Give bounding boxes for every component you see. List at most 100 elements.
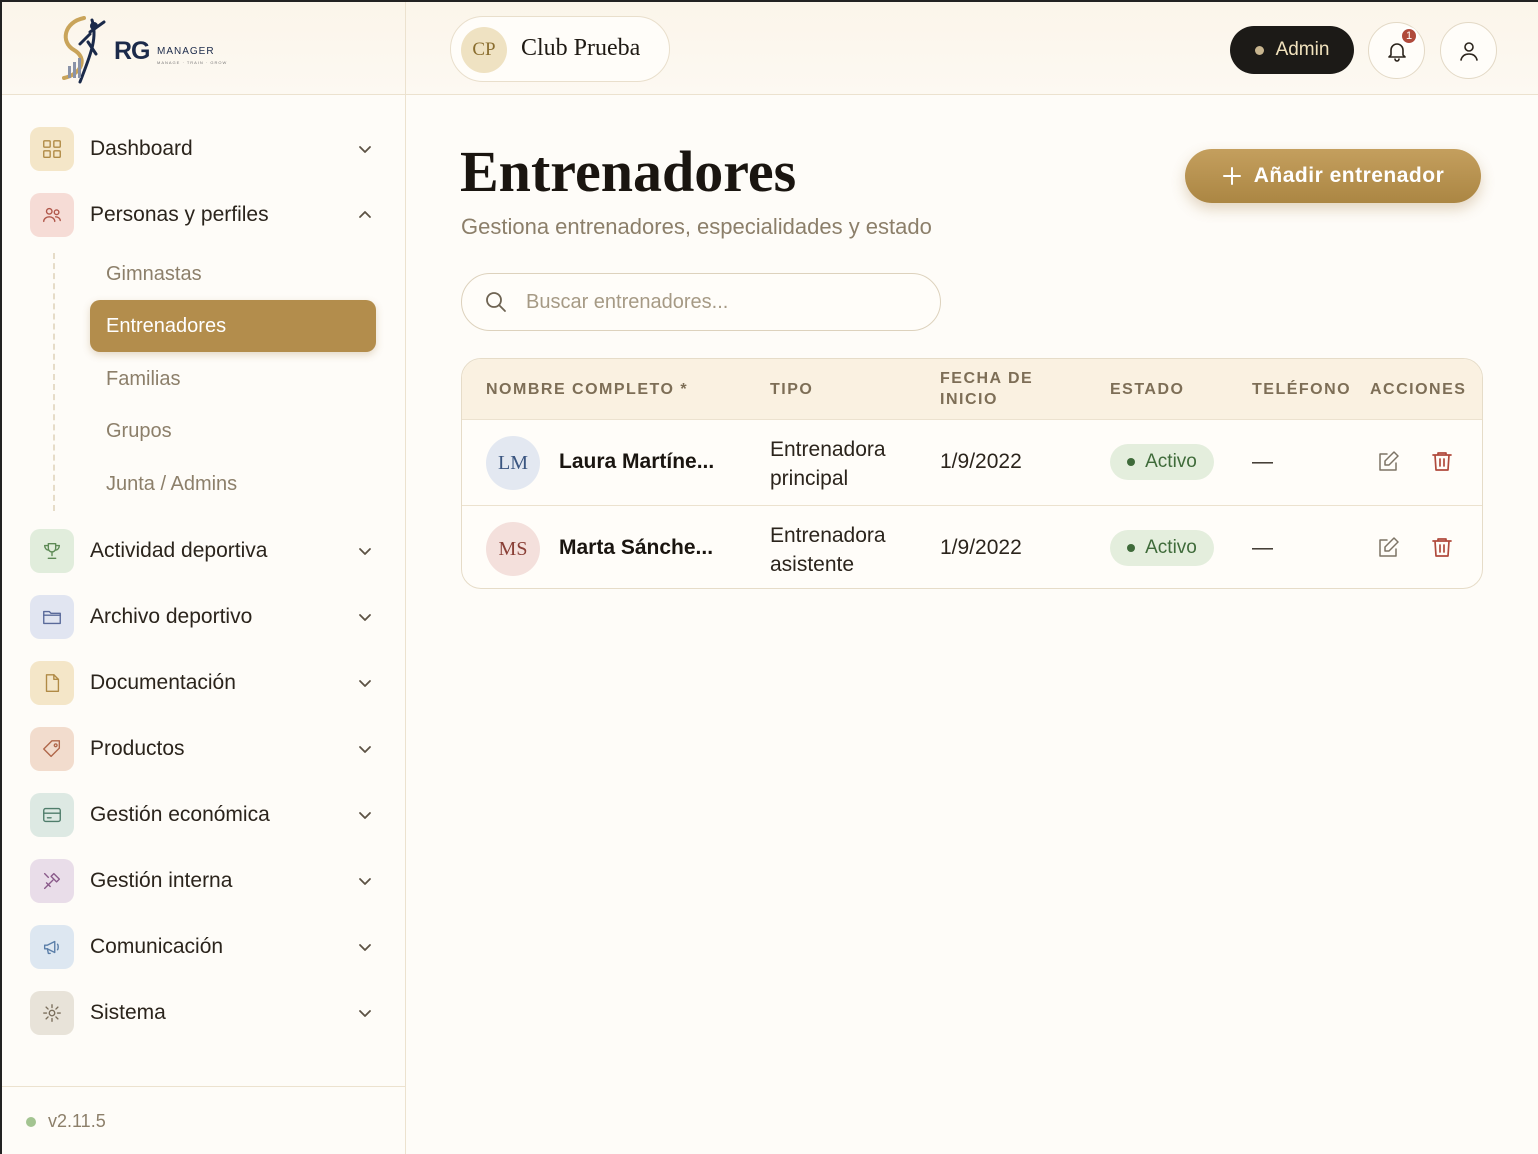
cell-name[interactable]: Laura Martíne...	[559, 450, 714, 474]
cell-type: Entrenadora principal	[770, 438, 886, 490]
brand-tagline: MANAGE · TRAIN · GROW	[157, 60, 228, 65]
sidebar-item-gestion-economica[interactable]: Gestión económica	[30, 792, 382, 838]
chevron-down-icon[interactable]	[354, 672, 376, 694]
sidebar-item-label: Gestión interna	[90, 869, 233, 892]
column-header-start-date: FECHA DE INICIO	[940, 370, 1034, 408]
gear-icon	[30, 991, 74, 1035]
chevron-down-icon[interactable]	[354, 138, 376, 160]
notifications-button[interactable]: 1	[1368, 22, 1425, 79]
edit-icon[interactable]	[1376, 536, 1400, 560]
trash-icon[interactable]	[1430, 449, 1454, 473]
submenu-item-gimnastas[interactable]: Gimnastas	[90, 248, 376, 300]
sidebar-footer: v2.11.5	[2, 1086, 405, 1154]
cell-start-date: 1/9/2022	[940, 450, 1022, 473]
page-title: Entrenadores	[460, 139, 797, 204]
logo[interactable]: RG MANAGER MANAGE · TRAIN · GROW	[2, 2, 406, 95]
chevron-down-icon[interactable]	[354, 738, 376, 760]
submenu-item-entrenadores[interactable]: Entrenadores	[90, 300, 376, 352]
submenu-item-junta-admins[interactable]: Junta / Admins	[90, 458, 376, 510]
column-header-type: TIPO	[770, 381, 814, 398]
version-info: v2.11.5	[26, 1111, 106, 1132]
cell-phone: —	[1252, 450, 1273, 473]
submenu-item-grupos[interactable]: Grupos	[90, 405, 376, 457]
search-box[interactable]	[461, 273, 941, 331]
logo-mark-icon	[62, 16, 106, 84]
club-name: Club Prueba	[521, 35, 641, 61]
sidebar-item-comunicacion[interactable]: Comunicación	[30, 924, 382, 970]
chevron-down-icon[interactable]	[354, 870, 376, 892]
user-icon	[1459, 41, 1478, 61]
column-header-name[interactable]: NOMBRE COMPLETO *	[486, 379, 688, 400]
status-badge: Activo	[1110, 444, 1214, 480]
add-coach-button[interactable]: Añadir entrenador	[1185, 149, 1481, 203]
sidebar-item-label: Documentación	[90, 671, 236, 694]
sidebar-item-sistema[interactable]: Sistema	[30, 990, 382, 1036]
sidebar-item-dashboard[interactable]: Dashboard	[30, 126, 382, 172]
sidebar-item-label: Comunicación	[90, 935, 224, 958]
club-selector[interactable]: CP Club Prueba	[450, 16, 670, 82]
brand-suffix: MANAGER	[157, 46, 215, 57]
version-status-dot	[26, 1116, 36, 1127]
tag-icon	[30, 727, 74, 771]
sidebar-item-gestion-interna[interactable]: Gestión interna	[30, 858, 382, 904]
chevron-up-icon[interactable]	[354, 204, 376, 226]
role-badge[interactable]: Admin	[1230, 26, 1354, 74]
document-icon	[30, 661, 74, 705]
trash-icon[interactable]	[1430, 535, 1454, 559]
sidebar: Dashboard Personas y perfiles Actividad de…	[2, 95, 406, 1154]
status-label: Activo	[1145, 451, 1197, 472]
users-icon	[30, 193, 74, 237]
coaches-table: NOMBRE COMPLETO * TIPO FECHA DE INICIO E…	[461, 358, 1483, 589]
page-subtitle: Gestiona entrenadores, especialidades y …	[461, 214, 932, 239]
grid-icon	[30, 127, 74, 171]
sidebar-item-label: Gestión económica	[90, 803, 270, 826]
user-menu-button[interactable]	[1440, 22, 1497, 79]
chevron-down-icon[interactable]	[354, 1002, 376, 1024]
chevron-down-icon[interactable]	[354, 606, 376, 628]
search-icon	[486, 292, 506, 312]
chevron-down-icon[interactable]	[354, 540, 376, 562]
sidebar-item-label: Actividad deportiva	[90, 539, 268, 562]
role-label: Admin	[1275, 39, 1330, 60]
version-label: v2.11.5	[48, 1111, 106, 1131]
status-dot	[1127, 544, 1136, 552]
column-header-phone: TELÉFONO	[1252, 381, 1352, 398]
submenu-item-familias[interactable]: Familias	[90, 353, 376, 405]
brand-name: RG	[114, 37, 150, 65]
card-icon	[30, 793, 74, 837]
plus-icon	[1222, 167, 1241, 185]
chevron-down-icon[interactable]	[354, 804, 376, 826]
sidebar-item-label: Sistema	[90, 1001, 166, 1024]
table-row[interactable]: LM Laura Martíne... Entrenadora principal 1…	[462, 420, 1482, 505]
cell-start-date: 1/9/2022	[940, 536, 1022, 559]
chevron-down-icon[interactable]	[354, 936, 376, 958]
folder-icon	[30, 595, 74, 639]
sidebar-item-personas-y-perfiles[interactable]: Personas y perfiles	[30, 192, 382, 238]
club-avatar: CP	[461, 27, 507, 73]
sidebar-item-actividad-deportiva[interactable]: Actividad deportiva	[30, 528, 382, 574]
megaphone-icon	[30, 925, 74, 969]
edit-icon[interactable]	[1376, 450, 1400, 474]
status-badge: Activo	[1110, 530, 1214, 566]
column-header-status: ESTADO	[1110, 381, 1185, 398]
cell-name[interactable]: Marta Sánche...	[559, 536, 713, 560]
search-input[interactable]	[526, 290, 906, 314]
status-label: Activo	[1145, 537, 1197, 558]
cell-type: Entrenadora asistente	[770, 524, 886, 576]
avatar: LM	[486, 436, 540, 490]
sidebar-item-label: Personas y perfiles	[90, 203, 269, 226]
tools-icon	[30, 859, 74, 903]
trophy-icon	[30, 529, 74, 573]
column-header-actions: ACCIONES	[1370, 381, 1467, 398]
table-row[interactable]: MS Marta Sánche... Entrenadora asistente 1/…	[462, 505, 1482, 588]
sidebar-item-label: Productos	[90, 737, 185, 760]
submenu-connector	[53, 253, 55, 511]
role-dot	[1254, 45, 1264, 55]
sidebar-item-archivo-deportivo[interactable]: Archivo deportivo	[30, 594, 382, 640]
add-coach-label: Añadir entrenador	[1253, 164, 1445, 187]
sidebar-item-documentacion[interactable]: Documentación	[30, 660, 382, 706]
table-header: NOMBRE COMPLETO * TIPO FECHA DE INICIO E…	[462, 359, 1482, 420]
cell-phone: —	[1252, 536, 1273, 559]
top-header: RG MANAGER MANAGE · TRAIN · GROW CP Club…	[2, 2, 1538, 95]
sidebar-item-productos[interactable]: Productos	[30, 726, 382, 772]
